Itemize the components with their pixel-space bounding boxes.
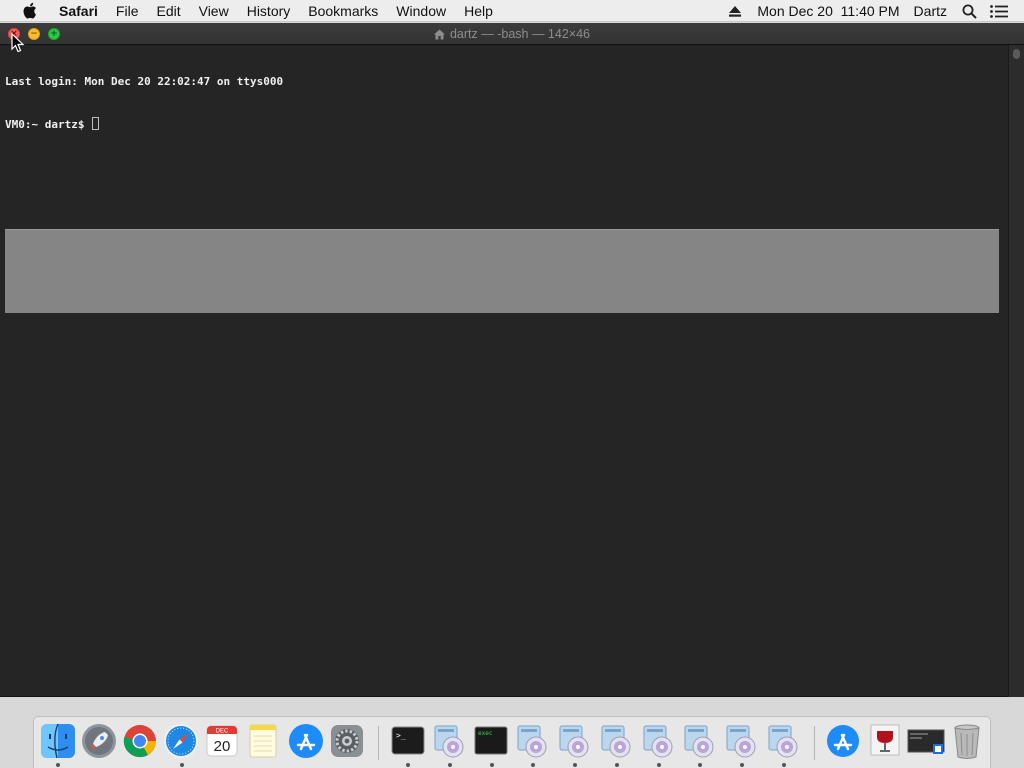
- dock-installer[interactable]: [680, 722, 718, 760]
- calendar-month: DEC: [216, 729, 229, 735]
- apple-logo-icon[interactable]: [18, 0, 40, 22]
- menu-extras: Mon Dec 20 11:40 PM Dartz: [720, 0, 1024, 22]
- menu-file[interactable]: File: [107, 0, 148, 22]
- installer-disc-icon: [768, 725, 798, 758]
- spotlight-search-icon[interactable]: [954, 0, 984, 22]
- installer-disc-icon: [601, 725, 631, 758]
- app-store-icon: [289, 724, 323, 758]
- dock-applications[interactable]: [824, 722, 862, 760]
- installer-disc-icon: [559, 725, 589, 758]
- installer-disc-icon: [517, 725, 547, 758]
- window-titlebar[interactable]: × − + dartz — -bash — 142×46: [0, 23, 1024, 45]
- dock-installer[interactable]: [764, 722, 802, 760]
- dock-running-indicator: [573, 763, 577, 767]
- screenshot-folder-icon: [907, 729, 945, 754]
- terminal-scrollbar[interactable]: [1008, 45, 1024, 697]
- installer-disc-icon: [643, 725, 673, 758]
- gear-icon: [331, 725, 363, 757]
- calendar-day: 20: [214, 738, 231, 755]
- window-title: dartz — -bash — 142×46: [0, 23, 1024, 45]
- terminal-content[interactable]: Last login: Mon Dec 20 22:02:47 on ttys0…: [5, 47, 1000, 160]
- mouse-pointer-icon: [11, 33, 25, 53]
- dock-system-preferences[interactable]: [328, 722, 366, 760]
- menu-user[interactable]: Dartz: [907, 0, 954, 22]
- dock-app-store[interactable]: [287, 722, 325, 760]
- dock-running-indicator: [782, 763, 786, 767]
- dock-safari[interactable]: [162, 722, 200, 760]
- applications-folder-icon: [827, 725, 859, 757]
- menu-help[interactable]: Help: [455, 0, 502, 22]
- installer-disc-icon: [434, 725, 464, 758]
- dock-terminal[interactable]: >_: [389, 722, 427, 760]
- dock-running-indicator: [180, 763, 184, 767]
- wine-document-icon: [870, 724, 900, 756]
- exec-terminal-icon: exec: [474, 726, 508, 755]
- dock-launchpad[interactable]: [80, 722, 118, 760]
- dock-running-indicator: [406, 763, 410, 767]
- dock-documents[interactable]: [866, 722, 904, 760]
- menu-view[interactable]: View: [190, 0, 238, 22]
- scrollbar-thumb[interactable]: [1013, 49, 1020, 59]
- menu-window[interactable]: Window: [387, 0, 455, 22]
- menu-app-safari[interactable]: Safari: [50, 0, 107, 22]
- exec-icon-label: exec: [478, 730, 493, 737]
- dock-separator: [814, 726, 815, 760]
- dock-notes[interactable]: [244, 722, 282, 760]
- dock-finder[interactable]: [39, 722, 77, 760]
- dock-running-indicator: [490, 763, 494, 767]
- dock-chrome[interactable]: [121, 722, 159, 760]
- dock-downloads[interactable]: [907, 722, 945, 760]
- terminal-window: × − + dartz — -bash — 142×46 Last login:…: [0, 23, 1024, 697]
- menu-history[interactable]: History: [238, 0, 300, 22]
- dock-running-indicator: [657, 763, 661, 767]
- calendar-icon: DEC 20: [206, 725, 238, 757]
- dock-installer[interactable]: [722, 722, 760, 760]
- installer-disc-icon: [684, 725, 714, 758]
- terminal-line-last-login: Last login: Mon Dec 20 22:02:47 on ttys0…: [5, 75, 284, 88]
- chrome-icon: [123, 725, 157, 758]
- dock-running-indicator: [615, 763, 619, 767]
- menu-bar: Safari File Edit View History Bookmarks …: [0, 0, 1024, 22]
- terminal-icon: >_: [391, 726, 425, 755]
- installer-disc-icon: [726, 725, 756, 758]
- dock-installer[interactable]: [513, 722, 551, 760]
- dock-installer[interactable]: [639, 722, 677, 760]
- dock-running-indicator: [56, 763, 60, 767]
- dock-running-indicator: [698, 763, 702, 767]
- dock-running-indicator: [531, 763, 535, 767]
- menu-clock[interactable]: Mon Dec 20 11:40 PM: [750, 0, 906, 22]
- terminal-cursor: [92, 117, 100, 130]
- dock-running-indicator: [740, 763, 744, 767]
- dock-exec[interactable]: exec: [472, 722, 510, 760]
- terminal-icon-glyph: >_: [396, 731, 406, 740]
- dock-installer[interactable]: [555, 722, 593, 760]
- menu-bookmarks[interactable]: Bookmarks: [299, 0, 387, 22]
- launchpad-rocket-icon: [82, 724, 116, 758]
- eject-icon[interactable]: [720, 0, 750, 22]
- dock-calendar[interactable]: DEC 20: [203, 722, 241, 760]
- dock-installer[interactable]: [597, 722, 635, 760]
- gray-overlay-bar: [5, 229, 999, 313]
- menu-edit[interactable]: Edit: [147, 0, 189, 22]
- trash-icon: [954, 724, 980, 759]
- terminal-prompt: VM0:~ dartz$: [5, 118, 92, 131]
- safari-compass-icon: [164, 724, 198, 758]
- terminal-line-prompt: VM0:~ dartz$: [5, 117, 1000, 132]
- dock-trash[interactable]: [948, 722, 986, 760]
- notes-icon: [249, 724, 277, 758]
- window-title-text: dartz — -bash — 142×46: [449, 27, 590, 41]
- dock-separator: [378, 726, 379, 760]
- dock-installer[interactable]: [430, 722, 468, 760]
- notification-center-icon[interactable]: [984, 0, 1014, 22]
- finder-icon: [41, 723, 75, 759]
- home-folder-icon: [433, 29, 445, 40]
- dock: DEC 20 >_ exec: [33, 716, 991, 768]
- dock-running-indicator: [448, 763, 452, 767]
